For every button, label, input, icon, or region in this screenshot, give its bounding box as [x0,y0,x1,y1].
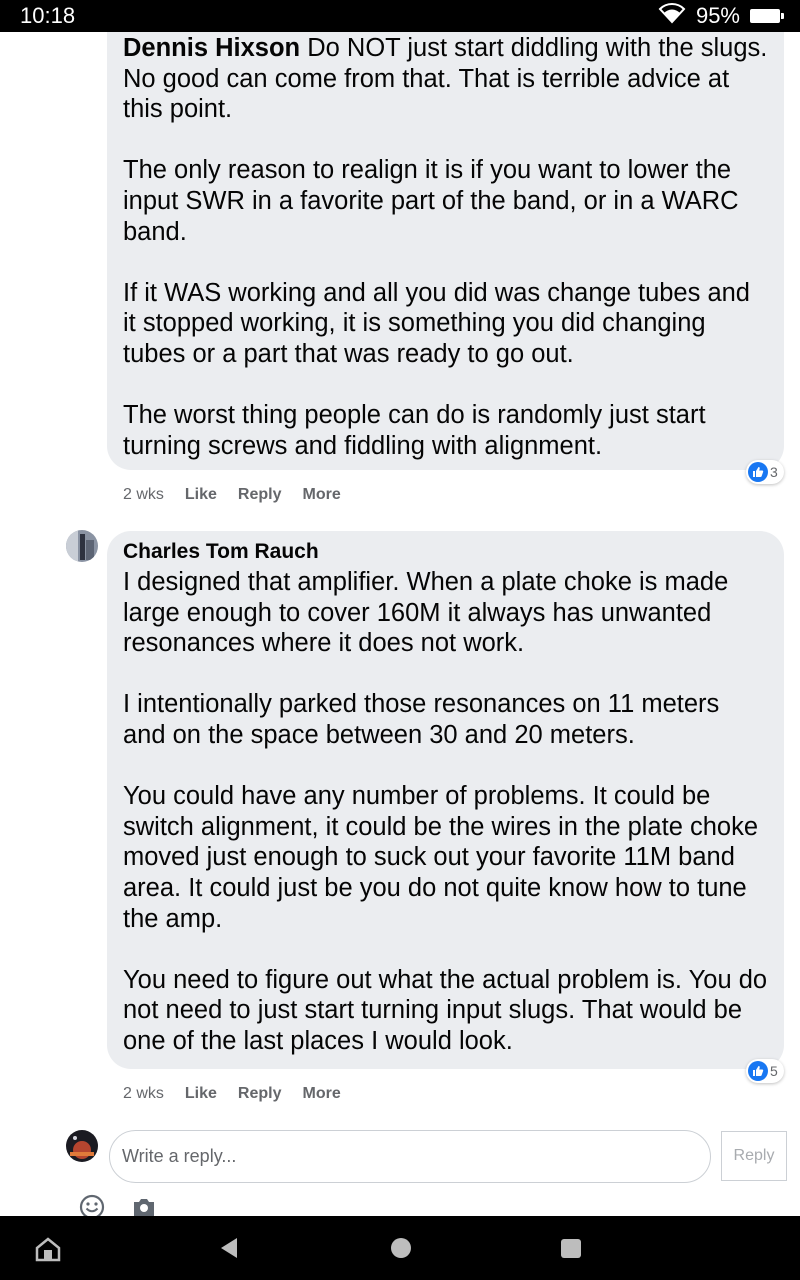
reaction-number: 3 [770,464,778,480]
comment-paragraph: I intentionally parked those resonances … [123,690,720,749]
battery-icon [750,9,784,23]
reply-button[interactable]: Reply [238,1085,282,1103]
reaction-count[interactable]: 3 [746,460,784,484]
comment-paragraph: Dennis Hixson Do NOT just start diddling… [123,34,768,124]
back-icon[interactable] [219,1236,239,1265]
recents-icon[interactable] [560,1236,582,1265]
comment-author-link[interactable]: Dennis Hixson [123,34,300,62]
comment-bubble: Charles Tom Rauch I designed that amplif… [107,531,784,1069]
comment-paragraph: You need to figure out what the actual p… [123,965,768,1055]
comment-paragraph: I designed that amplifier. When a plate … [123,568,729,658]
like-icon [748,462,768,482]
accessibility-icon[interactable] [34,1236,62,1267]
status-icons: 95% [658,2,784,30]
like-button[interactable]: Like [185,1085,217,1103]
wifi-icon [658,2,686,30]
avatar[interactable] [66,530,98,562]
comment-paragraph: The worst thing people can do is randoml… [123,401,706,460]
comment-paragraph: If it WAS working and all you did was ch… [123,278,750,368]
reaction-number: 5 [770,1063,778,1079]
comment-paragraph: The only reason to realign it is if you … [123,156,739,246]
reply-input[interactable] [109,1130,711,1183]
more-button[interactable]: More [303,486,341,504]
battery-percent: 95% [695,3,740,28]
more-button[interactable]: More [303,1085,341,1103]
reaction-count[interactable]: 5 [746,1059,784,1083]
user-avatar[interactable] [66,1130,98,1162]
like-button[interactable]: Like [185,486,217,504]
comment-actions: 2 wks Like Reply More [123,484,341,506]
status-bar: 10:18 95% [0,0,800,32]
comment-bubble: Dennis Hixson Do NOT just start diddling… [107,32,784,470]
home-icon[interactable] [390,1236,412,1265]
comment-actions: 2 wks Like Reply More [123,1083,341,1105]
comment-author-link[interactable]: Charles Tom Rauch [123,537,768,567]
reply-button[interactable]: Reply [238,486,282,504]
navigation-bar [0,1216,800,1280]
comment-paragraph: You could have any number of problems. I… [123,782,759,933]
comment-time[interactable]: 2 wks [123,486,164,504]
reply-submit-button[interactable]: Reply [721,1131,787,1181]
comment-time[interactable]: 2 wks [123,1085,164,1103]
like-icon [748,1061,768,1081]
status-time: 10:18 [20,3,76,28]
